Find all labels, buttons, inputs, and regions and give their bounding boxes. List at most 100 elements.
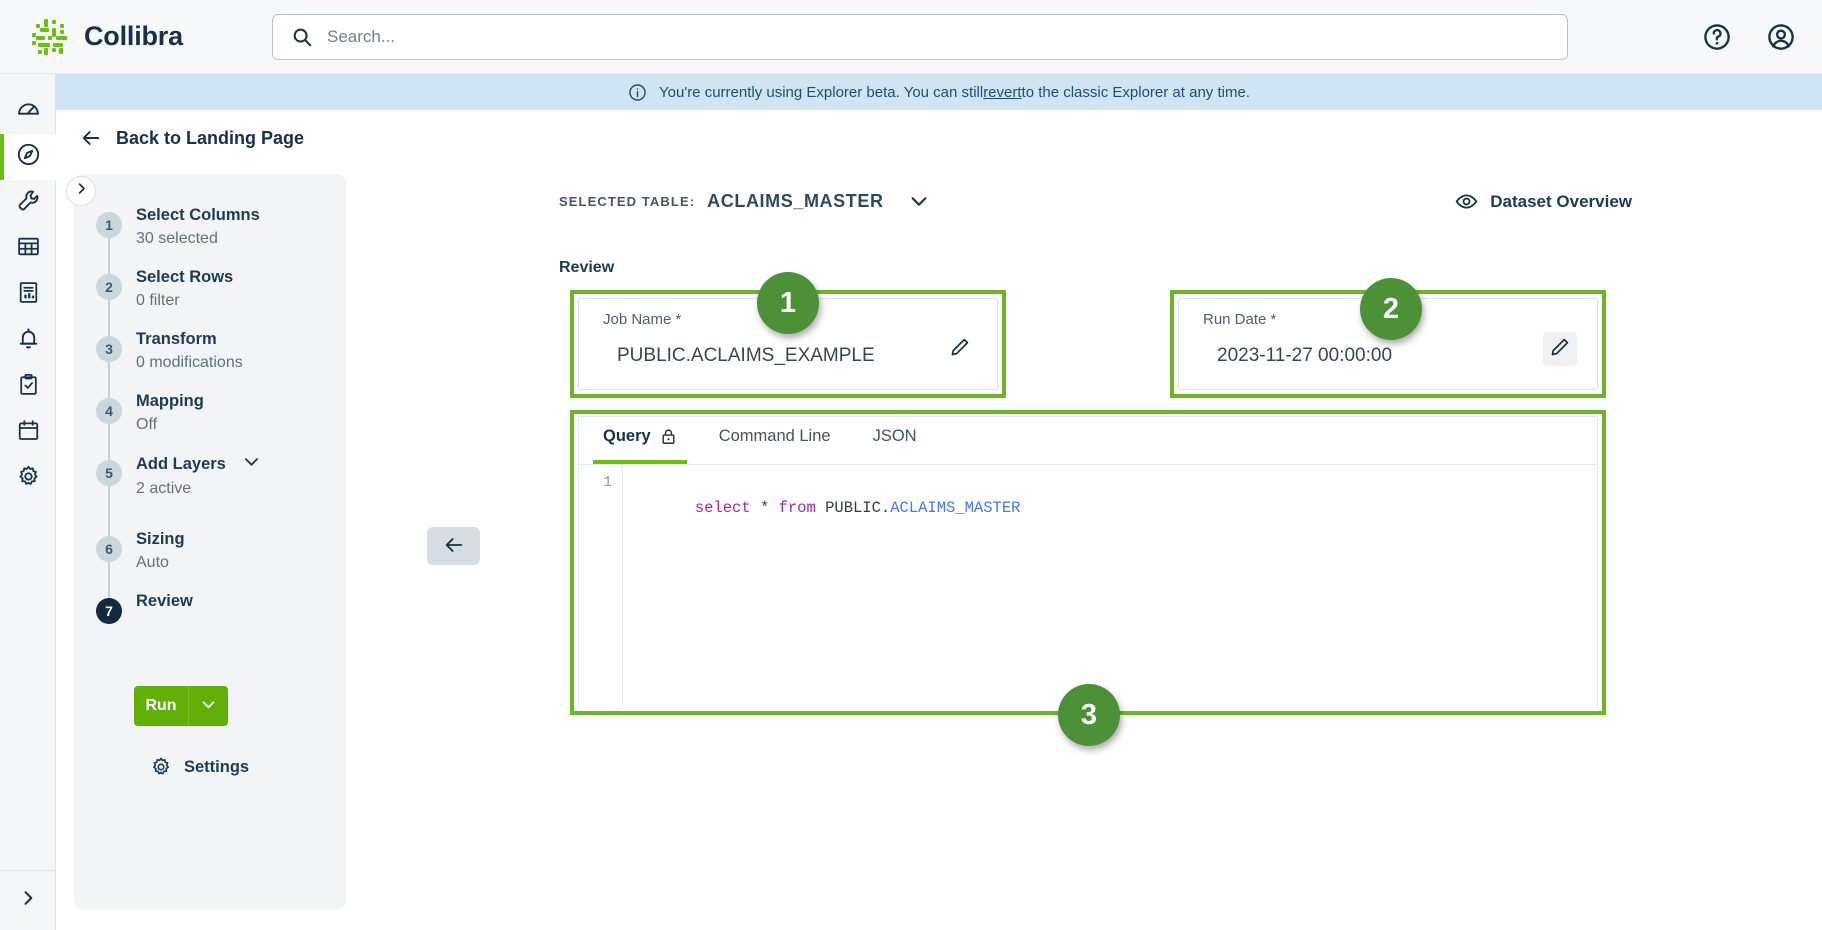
- step-number: 6: [96, 536, 122, 562]
- tab-command-line[interactable]: Command Line: [719, 418, 831, 464]
- chevron-down-icon[interactable]: [908, 190, 930, 212]
- sidebar-item-reports[interactable]: [0, 272, 56, 318]
- beta-banner: You're currently using Explorer beta. Yo…: [56, 74, 1822, 110]
- editor-gutter: 1: [579, 465, 623, 706]
- pencil-icon: [1549, 336, 1571, 363]
- pencil-icon: [949, 336, 971, 363]
- sql-token-keyword: from: [779, 499, 816, 517]
- sidebar-item-dashboard[interactable]: [0, 88, 56, 134]
- sidebar-item-admin[interactable]: [0, 456, 56, 502]
- lock-icon: [660, 428, 677, 445]
- step-subtitle: 0 modifications: [136, 351, 243, 375]
- run-date-value: 2023-11-27 00:00:00: [1217, 345, 1392, 367]
- run-button[interactable]: Run: [134, 686, 188, 726]
- tab-query[interactable]: Query: [603, 418, 677, 464]
- step-subtitle: Off: [136, 413, 204, 437]
- rail-expand-button[interactable]: [0, 870, 56, 930]
- run-date-label: Run Date *: [1203, 311, 1276, 328]
- chevron-right-icon: [18, 888, 38, 913]
- sql-token-space: [816, 499, 825, 517]
- banner-revert-link[interactable]: revert: [983, 84, 1021, 101]
- report-document-icon: [16, 280, 41, 310]
- step-number: 3: [96, 336, 122, 362]
- wrench-icon: [16, 188, 41, 218]
- sidebar-item-schedule[interactable]: [0, 410, 56, 456]
- sidebar-item-select-columns[interactable]: 1 Select Columns 30 selected: [96, 204, 336, 266]
- job-name-value: PUBLIC.ACLAIMS_EXAMPLE: [617, 345, 875, 367]
- brand: Collibra: [30, 17, 260, 57]
- step-title: Mapping: [136, 390, 204, 412]
- settings-button[interactable]: Settings: [150, 756, 249, 778]
- sql-token-space: [751, 499, 760, 517]
- tab-json[interactable]: JSON: [873, 418, 917, 464]
- bell-icon: [16, 326, 41, 356]
- back-to-landing-page-link[interactable]: Back to Landing Page: [80, 127, 304, 149]
- sidebar-item-mapping[interactable]: 4 Mapping Off: [96, 390, 336, 452]
- wizard-steps: 1 Select Columns 30 selected 2 Select Ro…: [96, 204, 336, 630]
- job-name-field[interactable]: Job Name * PUBLIC.ACLAIMS_EXAMPLE: [578, 298, 998, 390]
- query-panel: Query Command Line JSON 1 select * from …: [578, 416, 1598, 706]
- tab-json-label: JSON: [873, 427, 917, 446]
- step-title: Review: [136, 590, 193, 612]
- brand-name: Collibra: [84, 21, 183, 52]
- sidebar-item-tasks[interactable]: [0, 364, 56, 410]
- tab-query-label: Query: [603, 427, 651, 446]
- sql-token-schema: PUBLIC.: [825, 499, 890, 517]
- sql-editor[interactable]: 1 select * from PUBLIC.ACLAIMS_MASTER: [579, 465, 1597, 706]
- step-subtitle: 30 selected: [136, 227, 260, 251]
- dataset-overview-button[interactable]: Dataset Overview: [1455, 190, 1632, 213]
- step-subtitle: 2 active: [136, 477, 261, 501]
- step-title: Transform: [136, 328, 243, 350]
- sidebar-item-add-layers[interactable]: 5 Add Layers 2 active: [96, 452, 336, 528]
- banner-text-before: You're currently using Explorer beta. Yo…: [659, 84, 983, 101]
- wizard-panel: 1 Select Columns 30 selected 2 Select Ro…: [74, 174, 346, 909]
- gauge-icon: [16, 96, 41, 126]
- selected-table-label: SELECTED TABLE:: [559, 194, 695, 209]
- search-input[interactable]: [327, 17, 1527, 57]
- selected-table-value: ACLAIMS_MASTER: [707, 191, 883, 212]
- banner-text-after: to the classic Explorer at any time.: [1022, 84, 1250, 101]
- tab-command-line-label: Command Line: [719, 427, 831, 446]
- sql-token-keyword: select: [695, 499, 751, 517]
- search-icon: [291, 26, 313, 48]
- help-circle-icon[interactable]: [1702, 22, 1732, 52]
- dataset-overview-label: Dataset Overview: [1490, 192, 1632, 212]
- sidebar-item-datasets[interactable]: [0, 226, 56, 272]
- settings-label: Settings: [184, 758, 249, 777]
- compass-icon: [16, 142, 41, 172]
- sidebar-item-tools[interactable]: [0, 180, 56, 226]
- run-options-button[interactable]: [188, 686, 228, 726]
- run-button-group: Run: [134, 686, 228, 726]
- sidebar-item-review[interactable]: 7 Review: [96, 590, 336, 630]
- eye-icon: [1455, 190, 1478, 213]
- collibra-logo-icon: [30, 17, 70, 57]
- step-number: 7: [96, 598, 122, 624]
- clipboard-check-icon: [16, 372, 41, 402]
- sidebar-item-sizing[interactable]: 6 Sizing Auto: [96, 528, 336, 590]
- gear-icon: [150, 756, 172, 778]
- sidebar-item-transform[interactable]: 3 Transform 0 modifications: [96, 328, 336, 390]
- query-tabs: Query Command Line JSON: [579, 417, 1597, 465]
- info-circle-icon: [628, 83, 647, 102]
- job-name-edit-button[interactable]: [943, 332, 977, 366]
- gear-icon: [16, 464, 41, 494]
- wizard-expand-toggle[interactable]: [66, 176, 96, 206]
- collapse-panel-button[interactable]: [427, 527, 480, 565]
- sql-token-operator: *: [760, 499, 769, 517]
- step-number: 5: [96, 460, 122, 486]
- header-icons: [1702, 0, 1796, 74]
- sidebar-item-explorer[interactable]: [0, 134, 56, 180]
- user-circle-icon[interactable]: [1766, 22, 1796, 52]
- step-title: Select Rows: [136, 266, 233, 288]
- run-date-field[interactable]: Run Date * 2023-11-27 00:00:00: [1178, 298, 1598, 390]
- arrow-left-icon: [80, 127, 102, 149]
- sidebar-item-alerts[interactable]: [0, 318, 56, 364]
- chevron-down-icon[interactable]: [242, 452, 261, 476]
- line-number: 1: [603, 475, 612, 491]
- run-date-edit-button[interactable]: [1543, 332, 1577, 366]
- search-bar[interactable]: [272, 14, 1568, 60]
- sidebar-item-select-rows[interactable]: 2 Select Rows 0 filter: [96, 266, 336, 328]
- step-subtitle: Auto: [136, 551, 185, 575]
- step-number: 2: [96, 274, 122, 300]
- step-title: Select Columns: [136, 204, 260, 226]
